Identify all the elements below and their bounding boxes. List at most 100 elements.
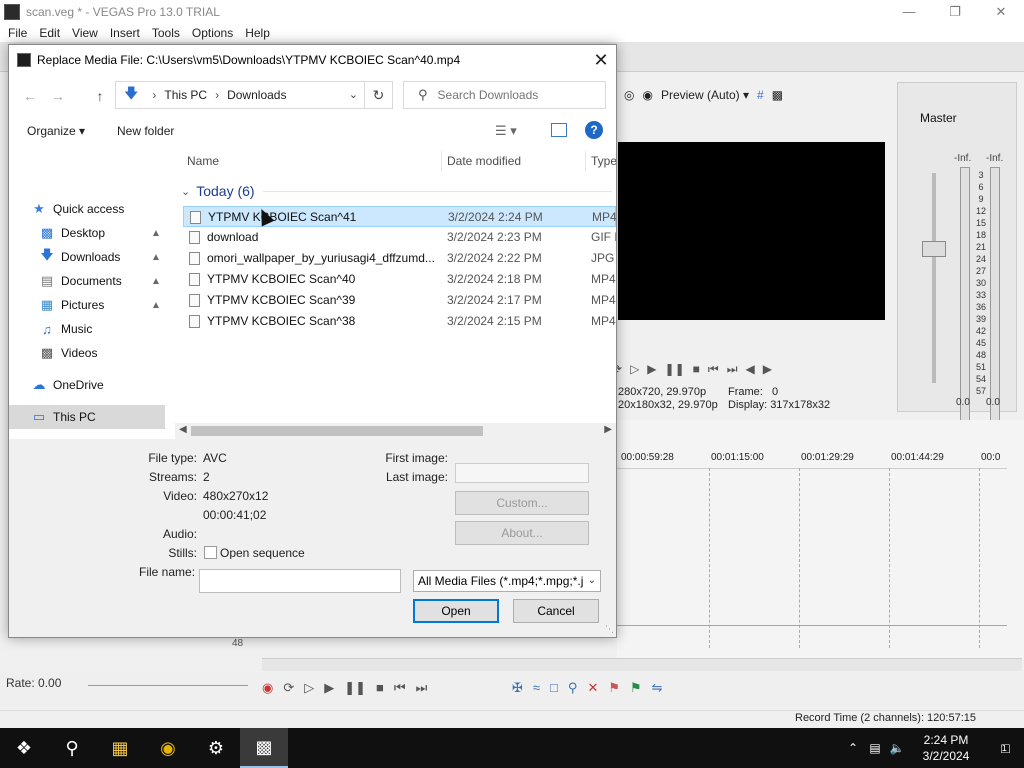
go-start-icon[interactable]: ⏮: [708, 362, 719, 377]
file-name-input[interactable]: [199, 569, 401, 593]
preview-pane-icon[interactable]: [551, 123, 567, 137]
back-arrow-icon[interactable]: ←: [19, 85, 41, 107]
resize-grip-icon[interactable]: ⋱: [605, 624, 614, 635]
marker-icon[interactable]: ⚑: [608, 680, 620, 696]
file-type-dropdown[interactable]: All Media Files (*.mp4;*.mpg;*.j ⌄: [413, 570, 601, 592]
volume-icon[interactable]: 🔈: [886, 741, 908, 755]
vegas-taskbar-icon[interactable]: ▩: [240, 728, 288, 768]
clock[interactable]: 2:24 PM 3/2/2024: [908, 732, 984, 764]
dialog-close-icon[interactable]: ✕: [586, 45, 616, 75]
view-options-icon[interactable]: ☰ ▾: [495, 123, 517, 139]
preview-record-icon[interactable]: ◉: [642, 88, 652, 102]
go-end-icon[interactable]: ⏭: [416, 680, 428, 696]
network-icon[interactable]: ▤: [864, 741, 886, 755]
stop-icon[interactable]: ■: [376, 680, 384, 696]
forward-arrow-icon[interactable]: →: [47, 85, 69, 107]
open-sequence-checkbox[interactable]: [204, 546, 217, 559]
cancel-button[interactable]: Cancel: [513, 599, 599, 623]
file-row[interactable]: YTPMV KCBOIEC Scan^40 3/2/2024 2:18 PM MP4: [183, 269, 616, 290]
loop-icon[interactable]: ⟳: [283, 680, 294, 696]
file-row[interactable]: YTPMV KCBOIEC Scan^39 3/2/2024 2:17 PM MP4: [183, 290, 616, 311]
minimize-icon[interactable]: —: [886, 0, 932, 23]
about-button[interactable]: About...: [455, 521, 589, 545]
search-box[interactable]: ⚲: [403, 81, 606, 109]
go-end-icon[interactable]: ⏭: [727, 362, 738, 377]
record-icon[interactable]: ◉: [262, 680, 273, 696]
play-from-start-icon[interactable]: ▷: [304, 680, 314, 696]
play-icon[interactable]: ▶: [647, 362, 656, 376]
delete-icon[interactable]: ✕: [587, 680, 598, 696]
menu-edit[interactable]: Edit: [33, 26, 66, 40]
refresh-button[interactable]: ↻: [365, 81, 393, 109]
pin-icon[interactable]: ▲: [151, 252, 161, 263]
breadcrumb-this-pc[interactable]: This PC: [164, 88, 207, 102]
breadcrumb-downloads[interactable]: Downloads: [227, 88, 286, 102]
timeline-scrollbar[interactable]: [262, 658, 1022, 671]
edit-tool-icon[interactable]: ✠: [512, 680, 523, 696]
play-from-start-icon[interactable]: ▷: [630, 362, 639, 376]
copy-icon[interactable]: ▩: [772, 88, 783, 102]
zoom-tool-icon[interactable]: ⚲: [568, 680, 578, 696]
go-start-icon[interactable]: ⏮: [394, 680, 406, 696]
column-name[interactable]: Name: [187, 154, 219, 168]
play-icon[interactable]: ▶: [324, 680, 334, 696]
file-row[interactable]: YTPMV KCBOIEC Scan^38 3/2/2024 2:15 PM MP4: [183, 311, 616, 332]
file-row[interactable]: omori_wallpaper_by_yuriusagi4_dffzumd...…: [183, 248, 616, 269]
nav-item-quick-access[interactable]: ★ Quick access: [9, 197, 165, 221]
column-type[interactable]: Type: [591, 154, 616, 168]
search-icon[interactable]: ⚲: [48, 728, 96, 768]
scroll-right-icon[interactable]: ▶: [604, 424, 612, 435]
master-fader[interactable]: [922, 241, 946, 257]
column-date[interactable]: Date modified: [447, 154, 521, 168]
grid-icon[interactable]: #: [757, 88, 764, 102]
pause-icon[interactable]: ❚❚: [665, 362, 685, 376]
settings-icon[interactable]: ⚙: [192, 728, 240, 768]
preview-split-icon[interactable]: ◎: [624, 88, 634, 102]
scroll-thumb[interactable]: [191, 426, 483, 436]
envelope-tool-icon[interactable]: ≈: [533, 680, 540, 696]
menu-view[interactable]: View: [66, 26, 104, 40]
nav-item-onedrive[interactable]: ☁ OneDrive: [9, 373, 165, 397]
nav-item-music[interactable]: ♫ Music: [9, 317, 165, 341]
group-header-today[interactable]: ⌄ Today (6): [175, 181, 616, 201]
menu-file[interactable]: File: [2, 26, 33, 40]
file-row[interactable]: YTPMV KCBOIEC Scan^41 3/2/2024 2:24 PM MP4: [183, 206, 616, 227]
file-list-scrollbar[interactable]: ◀ ▶: [175, 423, 616, 439]
menu-insert[interactable]: Insert: [104, 26, 146, 40]
nav-item-this-pc[interactable]: ▭ This PC: [9, 405, 165, 429]
snap-icon[interactable]: ⇋: [652, 680, 663, 696]
chevron-up-icon[interactable]: ⌃: [842, 741, 864, 755]
up-arrow-icon[interactable]: ↑: [89, 85, 111, 107]
help-icon[interactable]: ?: [585, 121, 603, 139]
pin-icon[interactable]: ▲: [151, 300, 161, 311]
nav-item-downloads[interactable]: 🡇 Downloads ▲: [9, 245, 165, 269]
close-icon[interactable]: ✕: [978, 0, 1024, 23]
pin-icon[interactable]: ▲: [151, 276, 161, 287]
preview-mode-dropdown[interactable]: Preview (Auto) ▾: [661, 88, 749, 102]
nav-item-pictures[interactable]: ▦ Pictures ▲: [9, 293, 165, 317]
organize-button[interactable]: Organize ▾: [27, 124, 85, 138]
pause-icon[interactable]: ❚❚: [344, 680, 366, 696]
region-icon[interactable]: ⚑: [630, 680, 642, 696]
pin-icon[interactable]: ▲: [151, 228, 161, 239]
nav-item-desktop[interactable]: ▩ Desktop ▲: [9, 221, 165, 245]
custom-button[interactable]: Custom...: [455, 491, 589, 515]
prev-frame-icon[interactable]: ◀: [746, 362, 755, 376]
restore-icon[interactable]: ❐: [932, 0, 978, 23]
timeline-track-area[interactable]: [617, 468, 1007, 648]
address-bar[interactable]: 🡇 › This PC › Downloads ⌄: [115, 81, 365, 109]
notification-icon[interactable]: □ 1: [984, 740, 1024, 756]
nav-item-videos[interactable]: ▩ Videos: [9, 341, 165, 365]
nav-item-documents[interactable]: ▤ Documents ▲: [9, 269, 165, 293]
menu-help[interactable]: Help: [239, 26, 276, 40]
open-button[interactable]: Open: [413, 599, 499, 623]
search-input[interactable]: [437, 88, 588, 102]
file-row[interactable]: download 3/2/2024 2:23 PM GIF F: [183, 227, 616, 248]
menu-options[interactable]: Options: [186, 26, 239, 40]
new-folder-button[interactable]: New folder: [117, 124, 174, 138]
scroll-left-icon[interactable]: ◀: [179, 424, 187, 435]
rate-slider[interactable]: [88, 685, 248, 686]
file-explorer-icon[interactable]: ▦: [96, 728, 144, 768]
chrome-icon[interactable]: ◉: [144, 728, 192, 768]
chevron-down-icon[interactable]: ⌄: [349, 88, 358, 101]
